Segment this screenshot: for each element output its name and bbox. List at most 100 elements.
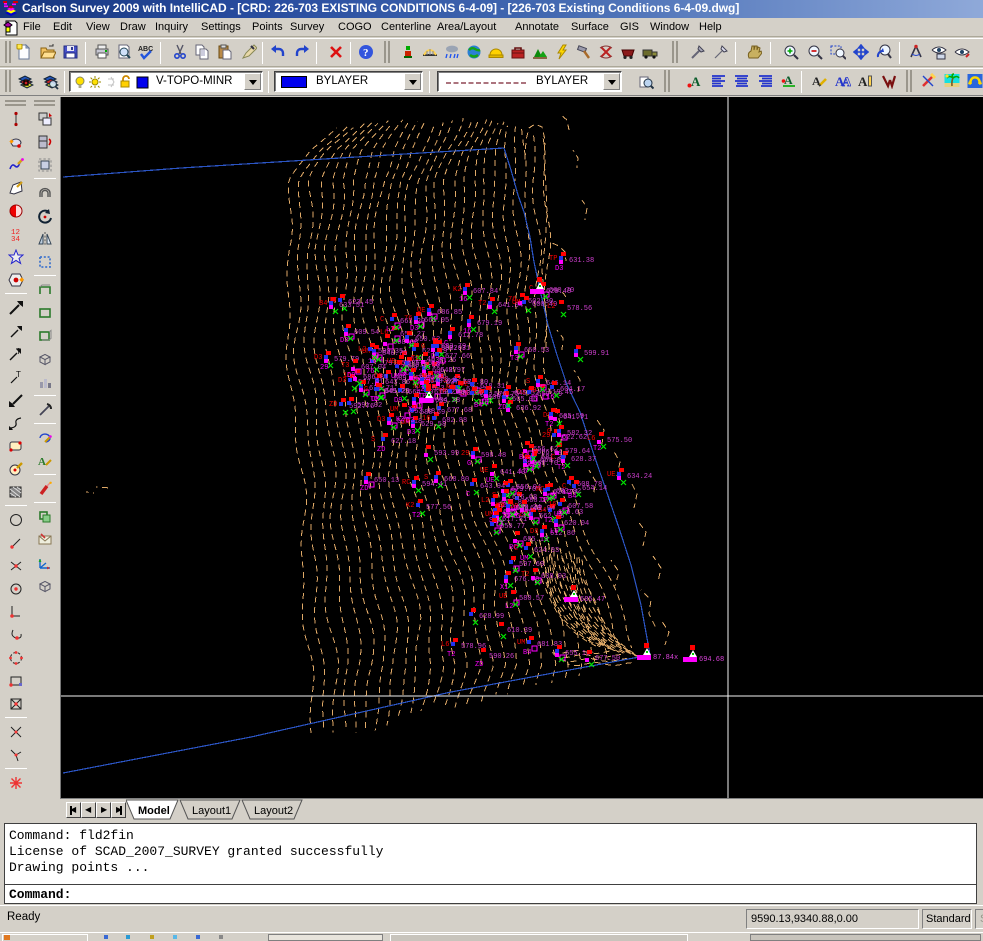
svg-text:L2: L2 (386, 326, 394, 334)
svg-text:34: 34 (11, 236, 21, 242)
svg-text:T: T (16, 347, 21, 356)
svg-text:C: C (466, 491, 470, 499)
svg-text:TP: TP (496, 503, 504, 511)
svg-text:T2: T2 (412, 512, 420, 520)
svg-text:TP: TP (438, 388, 446, 396)
svg-text:D3: D3 (314, 354, 322, 362)
svg-text:577.56: 577.56 (426, 504, 451, 512)
svg-text:C: C (444, 340, 448, 348)
svg-text:G: G (364, 386, 368, 394)
svg-text:K2: K2 (453, 286, 461, 294)
svg-text:685.47: 685.47 (580, 596, 605, 604)
svg-text:UE: UE (499, 593, 507, 601)
svg-text:650.77: 650.77 (500, 523, 525, 531)
svg-text:87.84x: 87.84x (653, 654, 678, 662)
svg-text:631.38: 631.38 (569, 257, 594, 265)
svg-text:655.16: 655.16 (565, 650, 590, 658)
svg-text:604.17: 604.17 (560, 386, 585, 394)
svg-text:D9: D9 (347, 372, 355, 380)
svg-text:TP: TP (549, 255, 557, 263)
svg-text:T3: T3 (431, 361, 439, 369)
svg-text:G: G (467, 460, 471, 468)
svg-text:L2: L2 (481, 497, 489, 505)
svg-text:L6: L6 (550, 528, 558, 536)
svg-text:650.53: 650.53 (524, 347, 549, 355)
svg-text:16: 16 (459, 296, 467, 304)
svg-text:X1: X1 (408, 406, 416, 414)
svg-text:D3: D3 (340, 337, 348, 345)
svg-text:633.51: 633.51 (339, 302, 364, 310)
svg-text:T3: T3 (510, 355, 518, 363)
svg-text:UE: UE (387, 358, 395, 366)
svg-text:596.04: 596.04 (537, 449, 562, 457)
svg-text:C: C (380, 316, 384, 324)
svg-text:Layout1: Layout1 (192, 805, 231, 817)
svg-text:641.40: 641.40 (500, 469, 525, 477)
svg-text:609.54: 609.54 (354, 329, 379, 337)
svg-text:K2: K2 (396, 416, 404, 424)
svg-text:D3: D3 (530, 528, 538, 536)
svg-text:K2: K2 (406, 502, 414, 510)
svg-text:T2: T2 (370, 396, 378, 404)
svg-text:B4: B4 (319, 300, 327, 308)
svg-text:RC: RC (395, 360, 403, 368)
svg-text:597.69: 597.69 (519, 561, 544, 569)
svg-text:RC: RC (402, 479, 410, 487)
svg-text:Layout2: Layout2 (254, 805, 293, 817)
svg-text:594.41: 594.41 (422, 481, 447, 489)
svg-text:T2: T2 (557, 464, 565, 472)
svg-text:634.38: 634.38 (435, 397, 460, 405)
svg-text:UE: UE (460, 381, 468, 389)
svg-text:D3: D3 (406, 417, 414, 425)
svg-text:624.93: 624.93 (534, 547, 559, 555)
svg-text:590.26: 590.26 (489, 653, 514, 661)
svg-text:694.68: 694.68 (699, 656, 724, 664)
svg-text:686.85: 686.85 (437, 309, 462, 317)
svg-text:593.99: 593.99 (434, 450, 459, 458)
svg-text:TP: TP (539, 497, 547, 505)
svg-text:578.56: 578.56 (567, 305, 592, 313)
svg-text:S: S (492, 492, 496, 500)
svg-text:ZD: ZD (329, 401, 337, 409)
svg-text:K2: K2 (523, 457, 531, 465)
svg-text:D9: D9 (394, 397, 402, 405)
svg-text:L2: L2 (547, 303, 555, 311)
svg-text:UM: UM (512, 299, 520, 307)
svg-text:576.75: 576.75 (494, 391, 519, 399)
svg-text:A: A (858, 74, 868, 89)
svg-text:634.24: 634.24 (627, 473, 652, 481)
svg-text:633.82: 633.82 (556, 488, 581, 496)
svg-text:L6: L6 (474, 389, 482, 397)
svg-text:650.13: 650.13 (374, 477, 399, 485)
svg-text:UE: UE (607, 471, 615, 479)
svg-text:29: 29 (461, 450, 469, 458)
svg-text:RC: RC (536, 486, 544, 494)
svg-text:607.58: 607.58 (568, 503, 593, 511)
svg-text:612.78: 612.78 (458, 332, 483, 340)
svg-text:638.43: 638.43 (516, 505, 541, 513)
svg-text:629.48: 629.48 (546, 288, 571, 296)
svg-text:T2: T2 (545, 421, 553, 429)
svg-text:D3: D3 (407, 429, 415, 437)
svg-text:G: G (421, 343, 425, 351)
svg-text:ZD: ZD (475, 661, 483, 669)
svg-text:T3: T3 (341, 362, 349, 370)
svg-text:580.69: 580.69 (420, 409, 445, 417)
svg-text:677.68: 677.68 (447, 407, 472, 415)
svg-text:679.70: 679.70 (511, 486, 536, 494)
svg-text:T2: T2 (593, 445, 601, 453)
svg-text:575.50: 575.50 (607, 437, 632, 445)
svg-text:A: A (38, 456, 46, 468)
svg-text:649.23: 649.23 (384, 388, 409, 396)
svg-text:677.50: 677.50 (595, 655, 620, 663)
svg-text:627.18: 627.18 (391, 438, 416, 446)
svg-text:UE: UE (486, 477, 494, 485)
svg-text:579.64: 579.64 (565, 448, 590, 456)
svg-text:T2: T2 (502, 513, 510, 521)
svg-text:605.59: 605.59 (559, 413, 584, 421)
svg-text:580.57: 580.57 (519, 595, 544, 603)
svg-text:ZD: ZD (360, 485, 368, 493)
svg-text:599.91: 599.91 (584, 350, 609, 358)
svg-text:590.35: 590.35 (378, 348, 403, 356)
svg-text:D3: D3 (377, 416, 385, 424)
